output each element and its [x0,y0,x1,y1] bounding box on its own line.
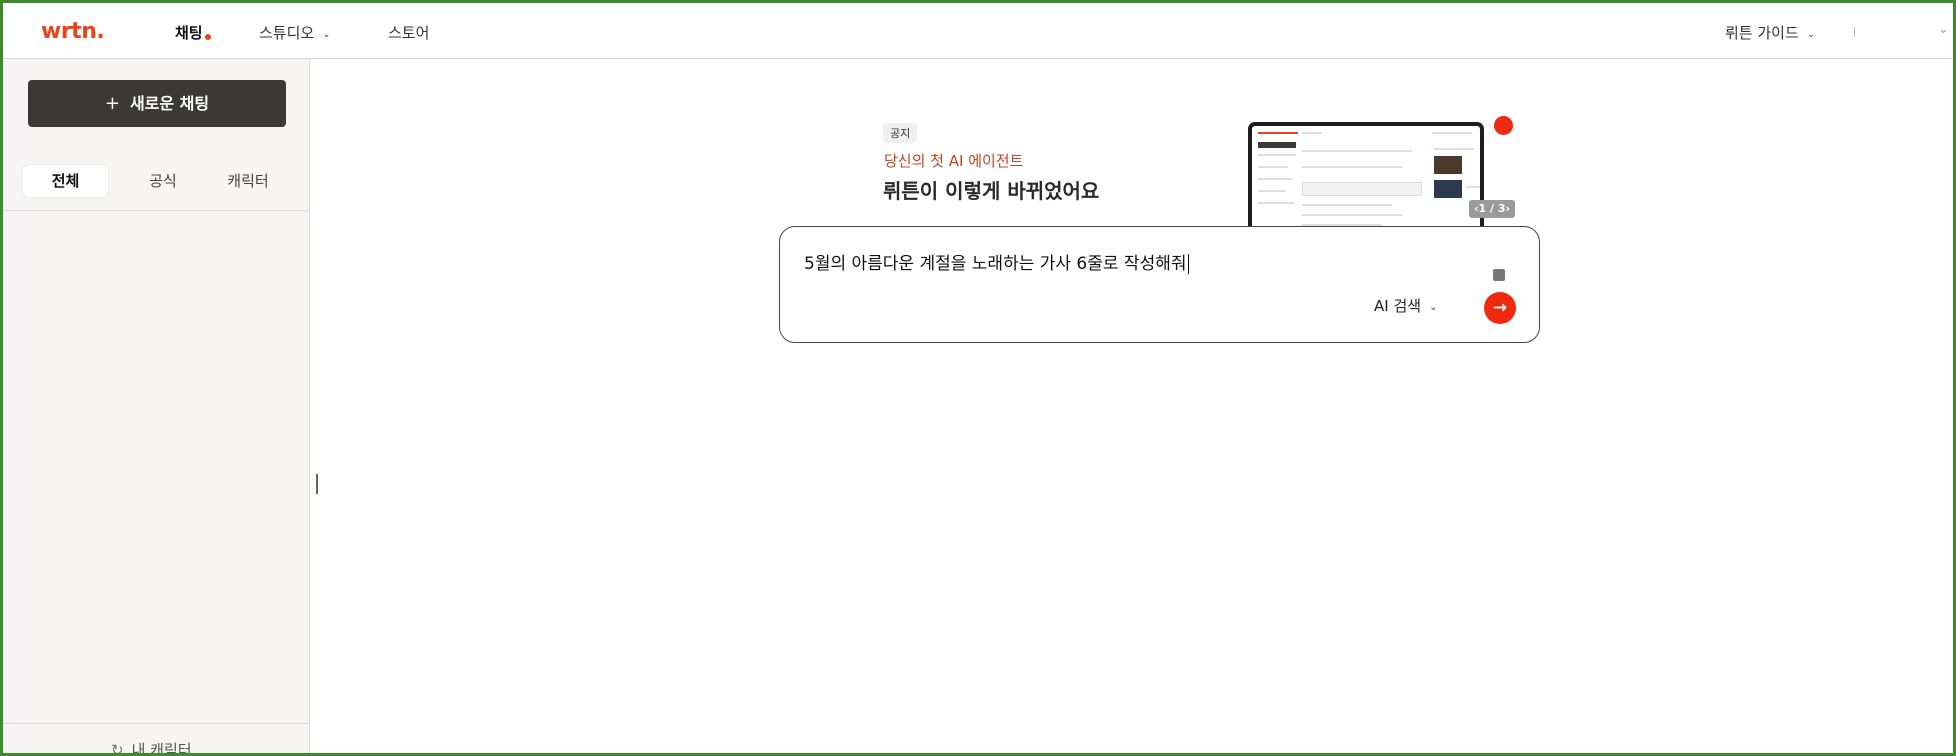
nav-store-label: 스토어 [388,24,430,42]
stop-icon[interactable] [1493,269,1505,281]
divider [3,210,310,211]
my-character-link[interactable]: ↻ 내 캐릭터 [111,739,192,756]
toolbar-divider [1854,27,1855,37]
tab-official[interactable]: 공식 [138,165,188,197]
chevron-down-icon: ⌄ [322,29,331,40]
chevron-down-icon: ⌄ [1429,302,1438,313]
wrtn-logo[interactable]: wrtn. [41,19,105,44]
tab-character[interactable]: 캐릭터 [213,165,283,197]
sidebar-resize-handle[interactable] [316,474,318,494]
app-window: wrtn. 채팅 스튜디오 ⌄ 스토어 뤼튼 가이드 ⌄ ⌄ + 새로운 채팅 전체 … [0,0,1956,756]
chevron-down-icon[interactable]: ⌄ [1938,22,1949,37]
send-button[interactable]: → [1484,292,1516,324]
my-character-label: 내 캐릭터 [131,741,192,756]
pager-label: 1 / 3 [1478,202,1506,215]
prompt-input[interactable]: 5월의 아름다운 계절을 노래하는 가사 6줄로 작성해줘 [804,249,1189,274]
plus-icon: + [104,93,120,114]
nav-store[interactable]: 스토어 [388,22,429,43]
new-chat-button[interactable]: + 새로운 채팅 [28,80,286,127]
notice-tag: 공지 [883,123,918,143]
chevron-right-icon[interactable]: › [1506,202,1511,215]
refresh-icon: ↻ [111,741,124,756]
tab-all[interactable]: 전체 [23,165,108,197]
sidebar: + 새로운 채팅 전체 공식 캐릭터 ↻ 내 캐릭터 [3,59,310,756]
text-caret [1187,254,1189,274]
chevron-down-icon: ⌄ [1806,29,1816,40]
mode-label: AI 검색 [1374,297,1422,315]
nav-chat[interactable]: 채팅 [175,22,211,43]
prompt-input-value: 5월의 아름다운 계절을 노래하는 가사 6줄로 작성해줘 [804,254,1187,274]
nav-chat-label: 채팅 [175,24,203,42]
guide-label: 뤼튼 가이드 [1725,24,1799,42]
notice-preview-image[interactable] [1248,122,1484,232]
notice-title[interactable]: 뤼튼이 이렇게 바뀌었어요 [883,175,1099,204]
mode-dropdown[interactable]: AI 검색 ⌄ [1374,295,1437,316]
nav-studio[interactable]: 스튜디오 ⌄ [259,22,331,43]
divider [3,723,310,724]
banner-pager[interactable]: ‹1 / 3› [1469,200,1516,218]
top-navbar: wrtn. 채팅 스튜디오 ⌄ 스토어 뤼튼 가이드 ⌄ ⌄ [3,3,1953,59]
notice-subtitle[interactable]: 당신의 첫 AI 에이전트 [884,150,1023,171]
nav-studio-label: 스튜디오 [259,24,315,42]
new-chat-label: 새로운 채팅 [129,94,210,113]
sidebar-tabs: 전체 공식 캐릭터 [23,165,293,197]
arrow-right-icon: → [1492,298,1508,318]
active-dot-icon [204,34,211,40]
notification-dot [1494,116,1513,135]
guide-dropdown[interactable]: 뤼튼 가이드 ⌄ [1725,22,1815,43]
prompt-box: 5월의 아름다운 계절을 노래하는 가사 6줄로 작성해줘 AI 검색 ⌄ → [779,226,1540,343]
